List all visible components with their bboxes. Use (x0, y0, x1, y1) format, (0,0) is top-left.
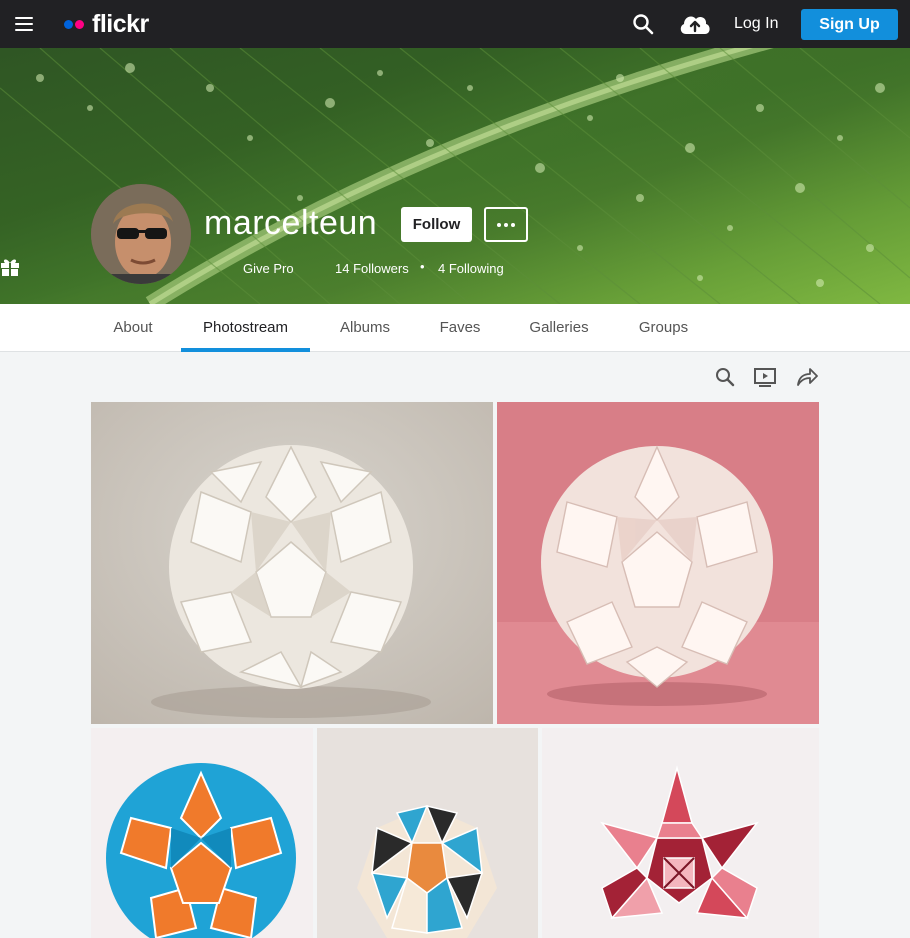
logo-pink-dot (75, 19, 84, 29)
profile-tabs: About Photostream Albums Faves Galleries… (0, 304, 910, 352)
more-dot (504, 222, 508, 227)
top-navigation-bar: flickr Log In Sign Up (0, 0, 910, 48)
logo-wordmark: flickr (92, 9, 149, 38)
photo-tile[interactable] (542, 728, 819, 938)
search-icon[interactable] (632, 13, 654, 35)
photo-tile[interactable] (497, 402, 819, 724)
photo-white-polyhedron-grey (91, 402, 493, 724)
tab-albums[interactable]: Albums (336, 304, 394, 352)
tab-photostream[interactable]: Photostream (181, 304, 310, 352)
photo-orange-blue-polyhedron (91, 728, 313, 938)
upload-cloud-icon[interactable] (678, 11, 712, 37)
tab-groups[interactable]: Groups (636, 304, 691, 352)
more-dot (511, 222, 515, 227)
avatar-portrait (91, 184, 191, 284)
photo-blue-black-cream-polyhedron (317, 728, 538, 938)
gift-icon[interactable] (0, 255, 20, 277)
stats-separator: • (420, 259, 425, 274)
active-tab-indicator (181, 348, 310, 352)
search-icon[interactable] (714, 366, 736, 388)
photo-tile[interactable] (317, 728, 538, 938)
photo-tile[interactable] (91, 728, 313, 938)
menu-icon[interactable] (15, 17, 33, 31)
tab-faves[interactable]: Faves (437, 304, 483, 352)
more-options-button[interactable] (484, 207, 528, 242)
profile-username: marcelteun (204, 204, 378, 242)
photo-white-polyhedron-pink (497, 402, 819, 724)
give-pro-link[interactable]: Give Pro (243, 261, 294, 276)
followers-count[interactable]: 14 Followers (335, 261, 409, 276)
avatar[interactable] (91, 184, 191, 284)
follow-button[interactable]: Follow (401, 207, 472, 242)
tab-galleries[interactable]: Galleries (527, 304, 591, 352)
following-count[interactable]: 4 Following (438, 261, 504, 276)
flickr-logo[interactable]: flickr (64, 10, 149, 38)
slideshow-icon[interactable] (754, 366, 776, 388)
cover-photo: marcelteun Follow Give Pro 14 Followers … (0, 48, 910, 304)
tab-about[interactable]: About (111, 304, 155, 352)
sign-up-button[interactable]: Sign Up (801, 9, 898, 40)
photo-tile[interactable] (91, 402, 493, 724)
share-icon[interactable] (796, 366, 818, 388)
more-dot (497, 222, 501, 227)
photo-red-pink-polyhedron (542, 728, 819, 938)
log-in-link[interactable]: Log In (734, 15, 778, 33)
logo-blue-dot (64, 19, 73, 29)
